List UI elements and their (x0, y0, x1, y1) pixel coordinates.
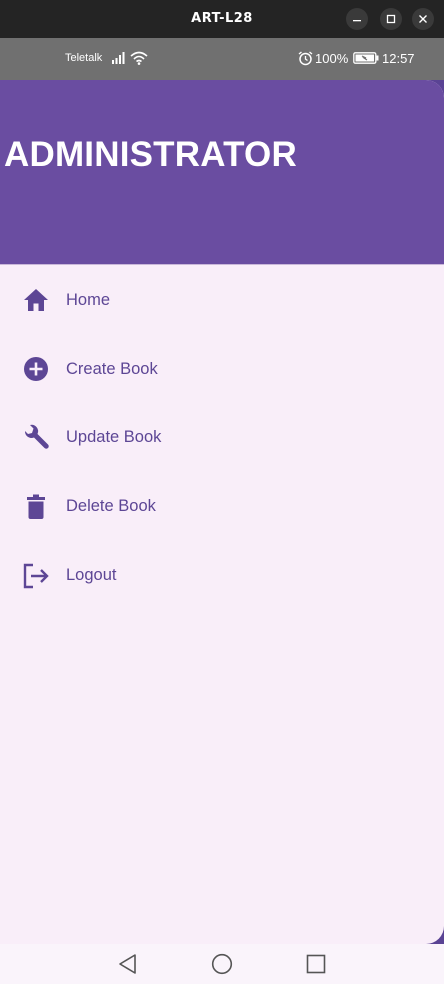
trash-icon (22, 493, 50, 521)
menu-item-update-book[interactable]: Update Book (0, 404, 444, 473)
recent-apps-icon[interactable] (305, 953, 327, 975)
navigation-drawer: ADMINISTRATOR Home Create Book Update Bo… (0, 80, 444, 944)
drawer-menu: Home Create Book Update Book Delete Book… (0, 266, 444, 610)
window-titlebar: ART-L28 (0, 0, 444, 38)
close-icon (419, 15, 427, 23)
alarm-icon (298, 51, 313, 66)
system-navigation-bar (0, 944, 444, 984)
menu-item-label: Home (66, 290, 111, 309)
status-bar: Teletalk 100% 12:57 (0, 38, 444, 80)
menu-item-label: Delete Book (66, 497, 156, 516)
drawer-header: ADMINISTRATOR (0, 80, 444, 265)
menu-item-label: Update Book (66, 428, 162, 447)
menu-item-delete-book[interactable]: Delete Book (0, 472, 444, 541)
menu-item-label: Create Book (66, 359, 158, 378)
maximize-button[interactable] (380, 8, 402, 30)
wifi-icon (130, 51, 148, 65)
back-icon[interactable] (117, 953, 139, 975)
window-title: ART-L28 (191, 11, 253, 26)
minimize-icon (353, 20, 361, 22)
phone-screen: Teletalk 100% 12:57 ADMINISTRATOR Home C… (0, 38, 444, 984)
menu-item-logout[interactable]: Logout (0, 541, 444, 610)
drawer-heading: ADMINISTRATOR (4, 135, 297, 174)
minimize-button[interactable] (346, 8, 368, 30)
home-icon (22, 286, 50, 314)
wrench-icon (22, 424, 50, 452)
battery-percentage: 100% (315, 51, 349, 66)
menu-item-label: Logout (66, 566, 117, 585)
carrier-name: Teletalk (65, 52, 103, 64)
logout-icon (22, 562, 50, 590)
maximize-icon (386, 14, 396, 24)
menu-item-create-book[interactable]: Create Book (0, 335, 444, 404)
close-button[interactable] (412, 8, 434, 30)
battery-icon (353, 52, 379, 64)
add-circle-icon (22, 355, 50, 383)
clock: 12:57 (382, 51, 415, 66)
menu-item-home[interactable]: Home (0, 266, 444, 335)
home-button-icon[interactable] (211, 953, 233, 975)
signal-icon (112, 52, 125, 64)
